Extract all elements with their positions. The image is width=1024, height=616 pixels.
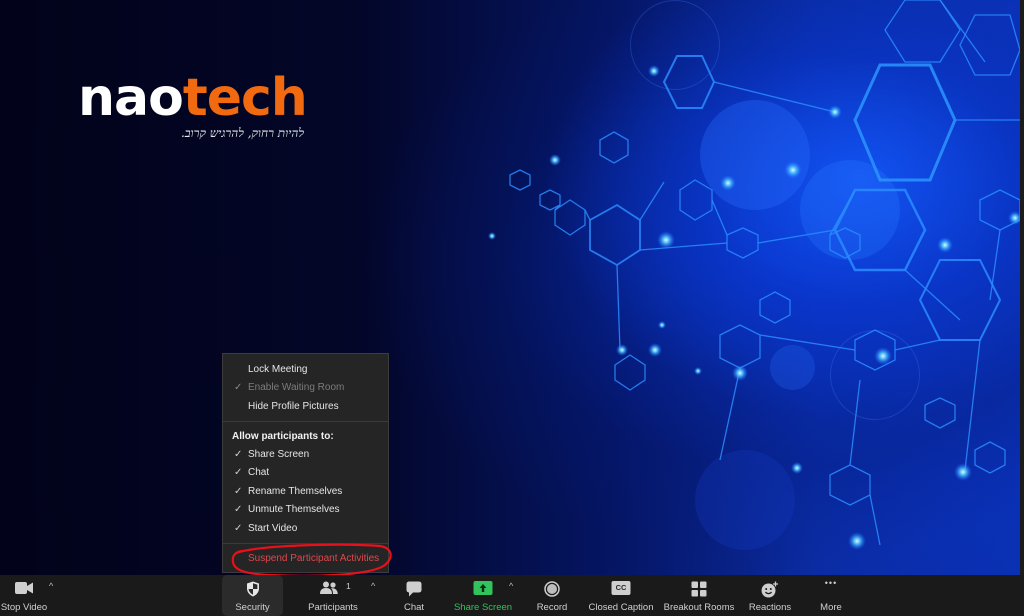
stop-video-label: Stop Video — [0, 602, 48, 613]
participants-icon — [319, 581, 339, 598]
checkmark-icon: ✓ — [234, 467, 243, 478]
share-screen-label: Share Screen — [453, 602, 513, 613]
glow-node — [648, 65, 660, 77]
video-camera-icon — [14, 581, 34, 598]
logo-nao: nao — [78, 68, 184, 128]
record-icon — [544, 581, 560, 600]
shield-icon — [246, 581, 260, 600]
glow-node — [874, 347, 892, 365]
video-stage: naotech להיות רחוק, להרגיש קרוב. — [0, 0, 1020, 575]
menu-item-unmute-themselves[interactable]: ✓ Unmute Themselves — [223, 501, 388, 519]
chat-label: Chat — [403, 602, 425, 613]
glow-node — [720, 175, 736, 191]
glow-node — [694, 367, 702, 375]
glow-node — [828, 105, 842, 119]
more-dots-icon: ••• — [824, 578, 838, 588]
glow-node — [1008, 211, 1020, 225]
record-button[interactable]: Record — [533, 575, 571, 616]
glow-node — [732, 365, 748, 381]
glow-node — [549, 154, 561, 166]
reactions-label: Reactions — [748, 602, 792, 613]
glow-node — [658, 321, 666, 329]
checkmark-icon: ✓ — [234, 523, 243, 534]
allow-participants-header: Allow participants to: — [232, 431, 334, 442]
more-button[interactable]: ••• More — [812, 575, 850, 616]
glow-node — [616, 344, 628, 356]
participants-options-caret[interactable]: ^ — [371, 581, 375, 591]
glow-node — [488, 232, 496, 240]
menu-item-label: Enable Waiting Room — [248, 382, 345, 393]
glow-node — [657, 231, 675, 249]
menu-divider — [223, 543, 388, 544]
security-label: Security — [235, 602, 270, 613]
menu-item-chat[interactable]: ✓ Chat — [223, 464, 388, 482]
reactions-smiley-icon — [761, 581, 779, 601]
closed-caption-button[interactable]: CC Closed Caption — [587, 575, 655, 616]
participants-button[interactable]: 1 Participants — [302, 575, 364, 616]
more-label: More — [820, 602, 842, 613]
menu-item-label: Rename Themselves — [248, 486, 343, 497]
chat-button[interactable]: Chat — [396, 575, 432, 616]
naotech-logo: naotech להיות רחוק, להרגיש קרוב. — [78, 68, 308, 140]
glow-node — [784, 161, 802, 179]
window-edge — [1020, 0, 1024, 575]
menu-item-share-screen[interactable]: ✓ Share Screen — [223, 446, 388, 464]
menu-item-label: Start Video — [248, 523, 298, 534]
reactions-button[interactable]: Reactions — [746, 575, 794, 616]
chat-bubble-icon — [406, 581, 422, 600]
checkmark-icon: ✓ — [234, 504, 243, 515]
video-options-caret[interactable]: ^ — [49, 581, 53, 591]
menu-item-label: Lock Meeting — [248, 364, 308, 375]
menu-item-label: Share Screen — [248, 449, 310, 460]
menu-item-hide-profile-pictures[interactable]: Hide Profile Pictures — [223, 398, 388, 416]
cc-glyph: CC — [611, 581, 631, 595]
menu-item-suspend-participant-activities[interactable]: Suspend Participant Activities — [223, 550, 388, 568]
breakout-rooms-label: Breakout Rooms — [663, 602, 735, 613]
closed-caption-label: Closed Caption — [588, 602, 654, 613]
meeting-toolbar: Stop Video ^ Security 1 Participants ^ C… — [0, 575, 1024, 616]
checkmark-icon: ✓ — [234, 486, 243, 497]
glow-node — [848, 532, 866, 550]
closed-caption-icon: CC — [611, 581, 631, 595]
glow-node — [791, 462, 803, 474]
security-menu: Lock Meeting ✓ Enable Waiting Room Hide … — [222, 353, 389, 573]
glow-node — [648, 343, 662, 357]
menu-item-rename-themselves[interactable]: ✓ Rename Themselves — [223, 483, 388, 501]
breakout-rooms-button[interactable]: Breakout Rooms — [662, 575, 736, 616]
menu-item-enable-waiting-room[interactable]: ✓ Enable Waiting Room — [223, 379, 388, 397]
logo-wordmark: naotech — [78, 68, 308, 128]
checkmark-icon: ✓ — [234, 449, 243, 460]
share-screen-icon — [473, 581, 493, 598]
menu-item-label: Chat — [248, 467, 270, 478]
security-button[interactable]: Security — [222, 575, 283, 616]
participants-count: 1 — [346, 581, 351, 591]
logo-tagline: להיות רחוק, להרגיש קרוב. — [180, 126, 304, 140]
menu-item-lock-meeting[interactable]: Lock Meeting — [223, 361, 388, 379]
share-screen-options-caret[interactable]: ^ — [509, 581, 513, 591]
record-label: Record — [536, 602, 568, 613]
menu-divider — [223, 421, 388, 422]
glow-node — [937, 237, 953, 253]
glow-node — [954, 463, 972, 481]
menu-item-label: Suspend Participant Activities — [248, 553, 380, 564]
share-screen-button[interactable]: Share Screen — [452, 575, 514, 616]
stop-video-button[interactable]: Stop Video — [0, 575, 48, 616]
participants-label: Participants — [308, 602, 358, 613]
logo-tech: tech — [182, 68, 308, 128]
breakout-rooms-icon — [691, 581, 707, 600]
menu-item-label: Hide Profile Pictures — [248, 401, 339, 412]
menu-item-start-video[interactable]: ✓ Start Video — [223, 520, 388, 538]
checkmark-icon: ✓ — [234, 382, 243, 393]
menu-item-label: Unmute Themselves — [248, 504, 340, 515]
